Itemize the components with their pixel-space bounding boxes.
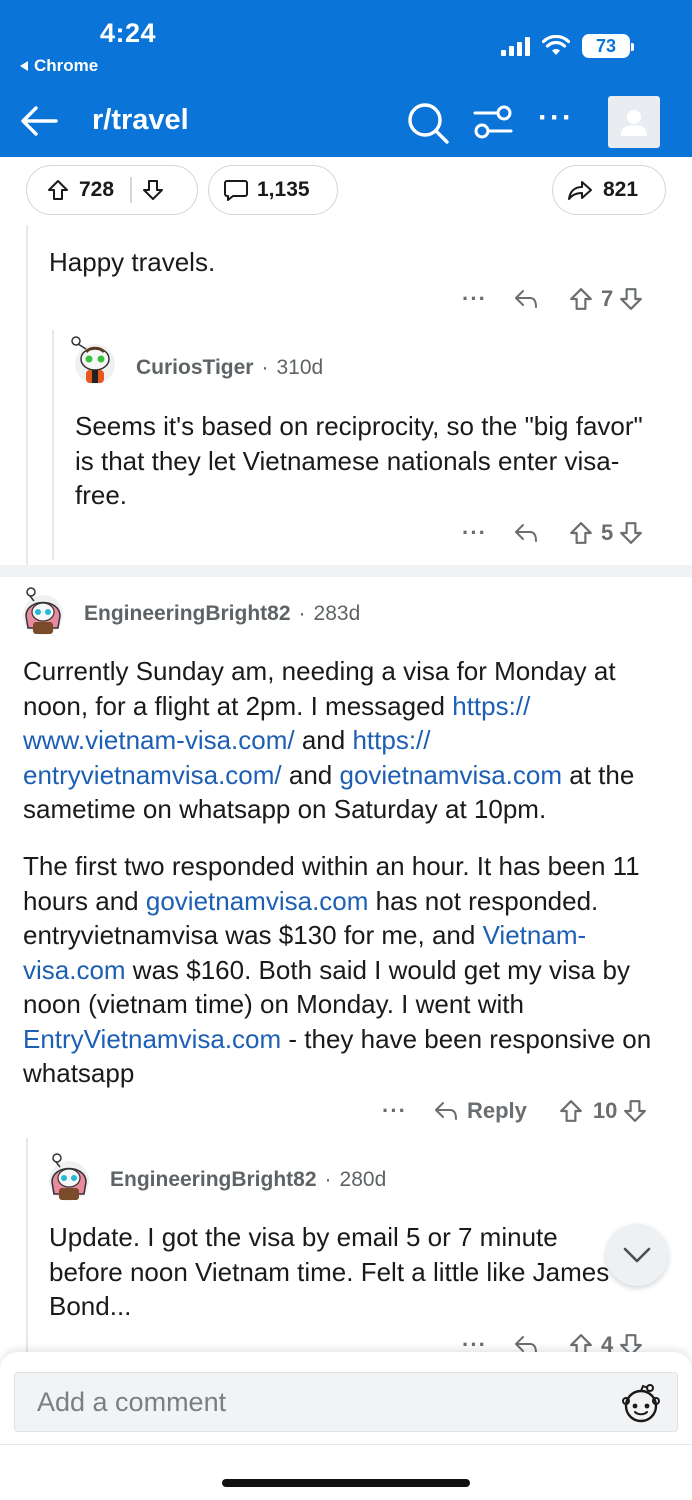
filter-sliders-icon[interactable] bbox=[472, 102, 514, 142]
user-avatar-icon[interactable] bbox=[70, 335, 120, 385]
share-button[interactable]: 821 bbox=[552, 165, 666, 215]
thread-line[interactable] bbox=[52, 330, 54, 560]
comment-age: 280d bbox=[339, 1168, 387, 1191]
reply-arrow-icon[interactable] bbox=[513, 288, 539, 310]
chevron-down-icon bbox=[623, 1247, 651, 1263]
reply-button[interactable]: Reply bbox=[433, 1098, 527, 1124]
downvote-icon[interactable] bbox=[142, 179, 164, 201]
comment-username[interactable]: CuriosTiger bbox=[136, 356, 253, 380]
vote-divider bbox=[130, 177, 132, 203]
downvote-icon[interactable] bbox=[623, 1099, 647, 1123]
comment-more-icon[interactable]: ··· bbox=[462, 520, 487, 546]
comment-score: 10 bbox=[592, 1098, 618, 1123]
comment-actions: ··· 5 bbox=[462, 520, 643, 546]
comment-link[interactable]: govietnamvisa.com bbox=[339, 760, 562, 790]
meta-separator: · bbox=[261, 356, 269, 379]
comment-composer: Add a comment bbox=[0, 1352, 692, 1500]
comment-meta: EngineeringBright82 · 283d bbox=[84, 602, 360, 626]
meta-separator: · bbox=[298, 602, 306, 625]
person-icon bbox=[621, 110, 647, 136]
more-options-icon[interactable]: ··· bbox=[538, 103, 578, 136]
downvote-icon[interactable] bbox=[619, 521, 643, 545]
user-avatar-icon[interactable] bbox=[18, 586, 68, 636]
comment-more-icon[interactable]: ··· bbox=[382, 1098, 407, 1124]
post-vote-bar: 728 bbox=[26, 165, 198, 215]
downvote-icon[interactable] bbox=[619, 287, 643, 311]
wifi-icon bbox=[542, 35, 570, 55]
back-triangle-icon bbox=[20, 61, 28, 71]
battery-level: 73 bbox=[595, 35, 617, 56]
comment-text: and bbox=[294, 725, 353, 755]
comment-meta: EngineeringBright82 · 280d bbox=[110, 1168, 386, 1192]
reply-arrow-icon[interactable] bbox=[513, 522, 539, 544]
reply-label: Reply bbox=[466, 1098, 527, 1123]
comment-text: and bbox=[281, 759, 340, 790]
add-comment-placeholder: Add a comment bbox=[37, 1386, 227, 1417]
back-to-app-link[interactable]: Chrome bbox=[20, 56, 98, 76]
add-comment-input[interactable]: Add a comment bbox=[14, 1372, 678, 1432]
upvote-icon[interactable] bbox=[47, 179, 69, 201]
upvote-icon[interactable] bbox=[569, 521, 593, 545]
comments-count: 1,135 bbox=[257, 178, 310, 201]
comment-meta: CuriosTiger · 310d bbox=[136, 356, 323, 380]
thread-separator bbox=[0, 565, 692, 577]
comment-body: Happy travels. bbox=[49, 245, 669, 280]
cellular-signal-icon bbox=[501, 36, 530, 56]
upvote-icon[interactable] bbox=[559, 1099, 583, 1123]
comment-paragraph-1: Currently Sunday am, needing a visa for … bbox=[23, 654, 673, 827]
comment-age: 310d bbox=[276, 356, 324, 379]
comment-username[interactable]: EngineeringBright82 bbox=[84, 602, 291, 626]
comment-more-icon[interactable]: ··· bbox=[462, 286, 487, 312]
battery-icon: 73 bbox=[582, 34, 634, 58]
comments-count-button[interactable]: 1,135 bbox=[208, 165, 338, 215]
thread-line[interactable] bbox=[26, 1138, 28, 1352]
comment-actions: ··· Reply 10 bbox=[382, 1098, 647, 1124]
user-avatar-icon[interactable] bbox=[44, 1152, 94, 1202]
app-header: 4:24 Chrome 73 r/travel ··· bbox=[0, 0, 692, 157]
comment-actions: ··· 7 bbox=[462, 286, 643, 312]
upvote-icon[interactable] bbox=[569, 287, 593, 311]
comment-score: 7 bbox=[600, 286, 614, 311]
share-count: 821 bbox=[603, 178, 639, 201]
back-arrow-icon[interactable] bbox=[18, 100, 60, 142]
comment-bubble-icon bbox=[224, 180, 248, 201]
reply-arrow-icon bbox=[434, 1102, 457, 1120]
comment-score: 5 bbox=[600, 520, 614, 545]
next-comment-button[interactable] bbox=[606, 1224, 668, 1286]
subreddit-title[interactable]: r/travel bbox=[92, 104, 189, 137]
comment-age: 283d bbox=[313, 602, 361, 625]
status-time: 4:24 bbox=[100, 18, 157, 48]
meta-separator: · bbox=[324, 1168, 332, 1191]
status-indicators: 73 bbox=[501, 34, 634, 58]
comment-body: Update. I got the visa by email 5 or 7 m… bbox=[49, 1222, 610, 1321]
comment-link[interactable]: EntryVietnamvisa.com bbox=[23, 1024, 281, 1054]
comment-link[interactable]: govietnamvisa.com bbox=[146, 886, 369, 916]
comment-username[interactable]: EngineeringBright82 bbox=[110, 1168, 317, 1192]
post-score: 728 bbox=[79, 178, 115, 201]
thread-line[interactable] bbox=[26, 225, 28, 565]
comment-paragraph-2: The first two responded within an hour. … bbox=[23, 849, 673, 1091]
composer-divider bbox=[0, 1444, 692, 1445]
search-icon[interactable] bbox=[406, 101, 450, 145]
back-app-label: Chrome bbox=[34, 56, 99, 75]
comment-body: Seems it's based on reciprocity, so the … bbox=[75, 411, 643, 510]
home-indicator[interactable] bbox=[222, 1479, 470, 1487]
user-avatar[interactable] bbox=[608, 96, 660, 148]
comment-text: Happy travels. bbox=[49, 247, 216, 277]
share-arrow-icon bbox=[568, 181, 592, 200]
snoo-avatar-icon[interactable] bbox=[620, 1382, 662, 1424]
